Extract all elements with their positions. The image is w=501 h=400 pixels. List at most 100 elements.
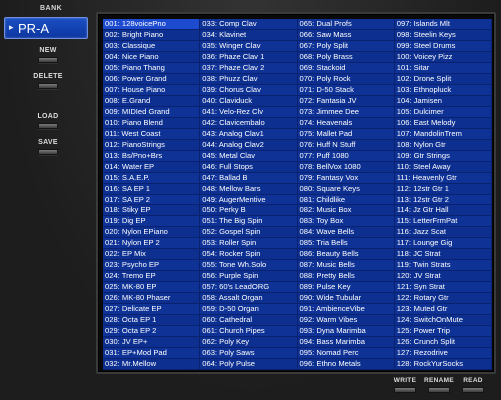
load-button[interactable]: LOAD xyxy=(0,113,96,129)
patch-item[interactable]: 010: Piano Blend xyxy=(103,117,201,129)
patch-item[interactable]: 066: Saw Mass xyxy=(297,29,395,41)
patch-item[interactable]: 101: Sitar xyxy=(394,62,492,74)
patch-item[interactable]: 003: Classique xyxy=(103,40,201,52)
patch-item[interactable]: 079: Fantasy Vox xyxy=(297,172,395,184)
patch-item[interactable]: 005: Piano Thang xyxy=(103,62,201,74)
patch-item[interactable]: 098: Steelin Keys xyxy=(394,29,492,41)
patch-item[interactable]: 123: Muted Gtr xyxy=(394,304,492,316)
patch-item[interactable]: 112: 12str Gtr 1 xyxy=(394,183,492,195)
patch-item[interactable]: 114: Jz Gtr Hall xyxy=(394,205,492,217)
patch-item[interactable]: 034: Klavinet xyxy=(200,29,298,41)
patch-item[interactable]: 037: Phaze Clav 2 xyxy=(200,62,298,74)
patch-item[interactable]: 059: D-50 Organ xyxy=(200,304,298,316)
patch-item[interactable]: 017: SA EP 2 xyxy=(103,194,201,206)
patch-item[interactable]: 117: Lounge Gig xyxy=(394,238,492,250)
patch-item[interactable]: 014: Water EP xyxy=(103,161,201,173)
patch-item[interactable]: 029: Octa EP 2 xyxy=(103,326,201,338)
patch-item[interactable]: 051: The Big Spin xyxy=(200,216,298,228)
patch-item[interactable]: 091: AmbienceVibe xyxy=(297,304,395,316)
new-button-cap[interactable] xyxy=(38,57,58,63)
patch-item[interactable]: 067: Poly Split xyxy=(297,40,395,52)
patch-item[interactable]: 053: Roller Spin xyxy=(200,238,298,250)
patch-item[interactable]: 111: Heavenly Gtr xyxy=(394,172,492,184)
patch-item[interactable]: 063: Poly Saws xyxy=(200,348,298,360)
patch-item[interactable]: 113: 12str Gtr 2 xyxy=(394,194,492,206)
patch-item[interactable]: 022: EP Mix xyxy=(103,249,201,261)
patch-item[interactable]: 046: Full Stops xyxy=(200,161,298,173)
patch-item[interactable]: 027: Delicate EP xyxy=(103,304,201,316)
patch-item[interactable]: 056: Purple Spin xyxy=(200,271,298,283)
patch-item[interactable]: 049: AugerMentive xyxy=(200,194,298,206)
patch-item[interactable]: 072: Fantasia JV xyxy=(297,95,395,107)
patch-item[interactable]: 077: Puff 1080 xyxy=(297,150,395,162)
patch-item[interactable]: 124: SwitchOnMute xyxy=(394,315,492,327)
patch-item[interactable]: 042: Clavicembalo xyxy=(200,117,298,129)
patch-item[interactable]: 084: Wave Bells xyxy=(297,227,395,239)
patch-item[interactable]: 054: Rocker Spin xyxy=(200,249,298,261)
rename-button-cap[interactable] xyxy=(428,387,450,393)
patch-item[interactable]: 088: Pretty Bells xyxy=(297,271,395,283)
patch-item[interactable]: 060: Cathedral xyxy=(200,315,298,327)
patch-item[interactable]: 106: East Melody xyxy=(394,117,492,129)
patch-item[interactable]: 093: Dyna Marimba xyxy=(297,326,395,338)
patch-item[interactable]: 081: Childlike xyxy=(297,194,395,206)
patch-item[interactable]: 076: Huff N Stuff xyxy=(297,139,395,151)
patch-item[interactable]: 108: Nylon Gtr xyxy=(394,139,492,151)
patch-item[interactable]: 105: Dulcimer xyxy=(394,106,492,118)
patch-item[interactable]: 031: EP+Mod Pad xyxy=(103,348,201,360)
patch-item[interactable]: 122: Rotary Gtr xyxy=(394,293,492,305)
patch-item[interactable]: 069: Stackoid xyxy=(297,62,395,74)
patch-item[interactable]: 090: Wide Tubular xyxy=(297,293,395,305)
patch-item[interactable]: 021: Nylon EP 2 xyxy=(103,238,201,250)
load-button-cap[interactable] xyxy=(38,123,58,129)
patch-item[interactable]: 058: Assalt Organ xyxy=(200,293,298,305)
patch-item[interactable]: 065: Dual Profs xyxy=(297,19,395,30)
patch-item[interactable]: 071: D-50 Stack xyxy=(297,84,395,96)
patch-item[interactable]: 070: Poly Rock xyxy=(297,73,395,85)
patch-item[interactable]: 012: PianoStrings xyxy=(103,139,201,151)
save-button[interactable]: SAVE xyxy=(0,139,96,155)
read-button-cap[interactable] xyxy=(462,387,484,393)
delete-button[interactable]: DELETE xyxy=(0,73,96,89)
patch-item[interactable]: 094: Bass Marimba xyxy=(297,337,395,349)
patch-item[interactable]: 011: West Coast xyxy=(103,128,201,140)
patch-item[interactable]: 016: SA EP 1 xyxy=(103,183,201,195)
patch-item[interactable]: 115: LetterFrmPat xyxy=(394,216,492,228)
write-button-cap[interactable] xyxy=(394,387,416,393)
patch-item[interactable]: 033: Comp Clav xyxy=(200,19,298,30)
patch-item[interactable]: 028: Octa EP 1 xyxy=(103,315,201,327)
patch-item[interactable]: 018: Stiky EP xyxy=(103,205,201,217)
patch-item[interactable]: 127: Rezodrive xyxy=(394,348,492,360)
patch-item[interactable]: 100: Voicey Pizz xyxy=(394,51,492,63)
patch-item[interactable]: 103: Ethnopluck xyxy=(394,84,492,96)
patch-item[interactable]: 062: Poly Key xyxy=(200,337,298,349)
patch-item[interactable]: 032: Mr.Mellow xyxy=(103,359,201,370)
patch-item-selected[interactable]: 001: 128voicePno xyxy=(103,19,201,30)
patch-item[interactable]: 026: MK-80 Phaser xyxy=(103,293,201,305)
patch-item[interactable]: 020: Nylon EPiano xyxy=(103,227,201,239)
patch-item[interactable]: 096: Ethno Metals xyxy=(297,359,395,370)
patch-item[interactable]: 082: Music Box xyxy=(297,205,395,217)
patch-item[interactable]: 036: Phaze Clav 1 xyxy=(200,51,298,63)
read-button[interactable]: READ xyxy=(448,377,498,393)
patch-item[interactable]: 061: Church Pipes xyxy=(200,326,298,338)
patch-item[interactable]: 075: Mallet Pad xyxy=(297,128,395,140)
patch-item[interactable]: 039: Chorus Clav xyxy=(200,84,298,96)
patch-item[interactable]: 023: Psycho EP xyxy=(103,260,201,272)
patch-item[interactable]: 025: MK-80 EP xyxy=(103,282,201,294)
save-button-cap[interactable] xyxy=(38,149,58,155)
patch-item[interactable]: 050: Perky B xyxy=(200,205,298,217)
patch-item[interactable]: 110: Steel Away xyxy=(394,161,492,173)
new-button[interactable]: NEW xyxy=(0,47,96,63)
patch-item[interactable]: 068: Poly Brass xyxy=(297,51,395,63)
patch-item[interactable]: 004: Nice Piano xyxy=(103,51,201,63)
patch-item[interactable]: 044: Analog Clav2 xyxy=(200,139,298,151)
patch-item[interactable]: 116: Jazz Scat xyxy=(394,227,492,239)
patch-item[interactable]: 089: Pulse Key xyxy=(297,282,395,294)
patch-item[interactable]: 073: Jimmee Dee xyxy=(297,106,395,118)
patch-item[interactable]: 002: Bright Piano xyxy=(103,29,201,41)
patch-item[interactable]: 083: Toy Box xyxy=(297,216,395,228)
patch-item[interactable]: 024: Tremo EP xyxy=(103,271,201,283)
patch-item[interactable]: 038: Phuzz Clav xyxy=(200,73,298,85)
patch-item[interactable]: 064: Poly Pulse xyxy=(200,359,298,370)
